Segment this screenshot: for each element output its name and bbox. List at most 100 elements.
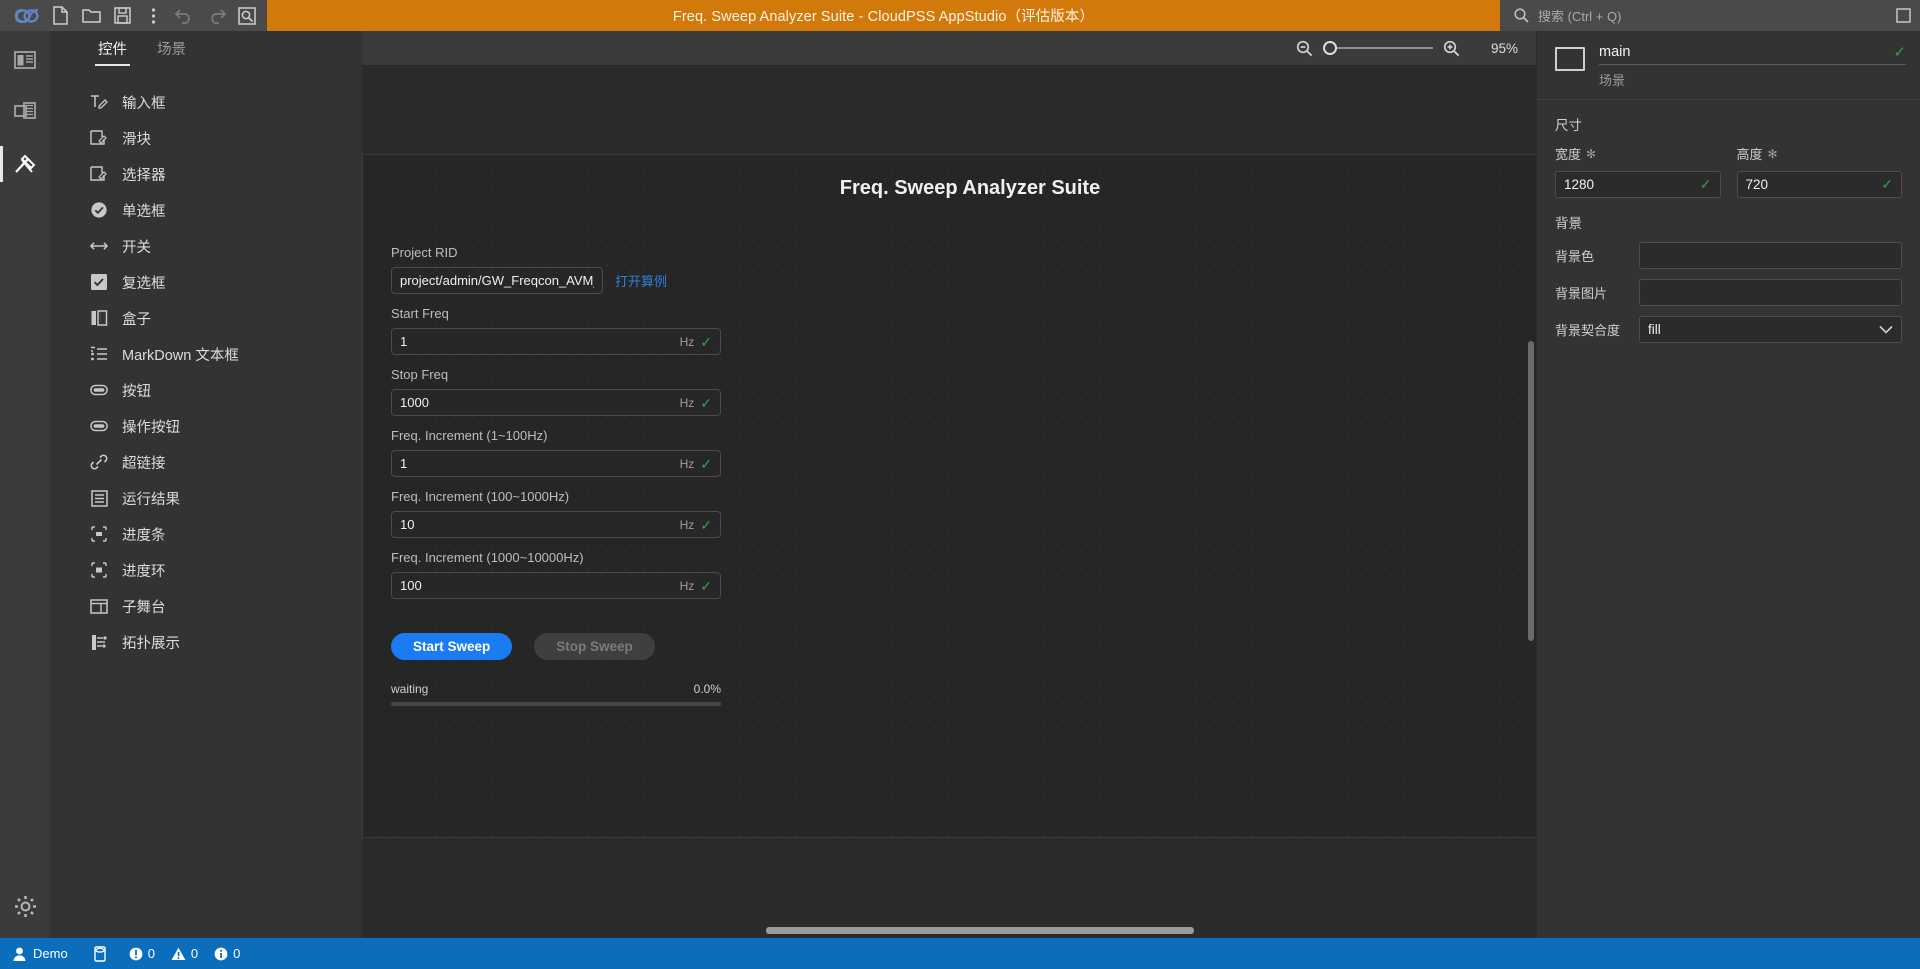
field-value: 1 [400, 334, 408, 349]
open-folder-button[interactable] [77, 2, 106, 30]
status-error-count[interactable]: 0 [129, 946, 155, 961]
undo-button[interactable] [170, 2, 199, 30]
sidebar-rail-widgets[interactable] [0, 138, 50, 190]
palette-item-label: 子舞台 [122, 599, 166, 616]
freq-increment-1-100-input[interactable]: 1 Hz ✓ [391, 450, 721, 477]
field-label: Freq. Increment (100~1000Hz) [391, 489, 570, 504]
stage-scroll-container[interactable]: Freq. Sweep Analyzer Suite Project RID p… [362, 65, 1536, 938]
zoom-slider-handle[interactable] [1323, 41, 1337, 55]
size-section-title: 尺寸 [1555, 118, 1582, 133]
zoom-slider-track [1337, 47, 1433, 49]
height-value: 720 [1745, 177, 1769, 192]
freq-increment-100-1000-input[interactable]: 10 Hz ✓ [391, 511, 721, 538]
width-input[interactable]: 1280 ✓ [1555, 171, 1721, 198]
palette-item-progress-ring[interactable]: 进度环 [50, 552, 362, 588]
palette-item-input[interactable]: 输入框 [50, 84, 362, 120]
palette-tabs: 控件 场景 [50, 31, 362, 66]
pill-button-icon [90, 417, 108, 435]
background-image-input[interactable] [1639, 279, 1902, 306]
titlebar-right: 搜索 (Ctrl + Q) [1500, 0, 1920, 31]
sidebar-rail-layout[interactable] [0, 34, 50, 86]
palette-item-sub-stage[interactable]: 子舞台 [50, 588, 362, 624]
palette-item-button[interactable]: 按钮 [50, 372, 362, 408]
palette-item-slider[interactable]: 滑块 [50, 120, 362, 156]
stage-canvas[interactable]: Freq. Sweep Analyzer Suite Project RID p… [362, 154, 1536, 838]
preview-button[interactable] [232, 2, 261, 30]
tab-widgets[interactable]: 控件 [95, 38, 130, 66]
palette-item-radio[interactable]: 单选框 [50, 192, 362, 228]
palette-item-progress-bar[interactable]: 进度条 [50, 516, 362, 552]
titlebar: Freq. Sweep Analyzer Suite - CloudPSS Ap… [0, 0, 1920, 31]
palette-item-list: 输入框 滑块 选择器 单选框 开关 复选框 盒子 MarkDown 文本框 按钮… [50, 66, 362, 660]
background-fit-select[interactable]: fill [1639, 316, 1902, 343]
palette-item-hyperlink[interactable]: 超链接 [50, 444, 362, 480]
titlebar-toolbar [0, 0, 267, 31]
maximize-restore-icon[interactable] [1886, 0, 1920, 31]
palette-item-box[interactable]: 盒子 [50, 300, 362, 336]
sweep-button-row: Start Sweep Stop Sweep [391, 633, 721, 660]
field-freq-increment-100-1000: Freq. Increment (100~1000Hz) 10 Hz ✓ [391, 489, 721, 538]
zoom-in-icon[interactable] [1443, 40, 1460, 57]
status-database[interactable] [81, 938, 119, 969]
palette-item-label: 开关 [122, 239, 151, 256]
canvas-vertical-scrollbar[interactable] [1528, 341, 1534, 641]
open-example-link[interactable]: 打开算例 [615, 271, 667, 290]
project-rid-input[interactable]: project/admin/GW_Freqcon_AVM_Fi... [391, 267, 603, 294]
more-options-button[interactable] [139, 2, 168, 30]
canvas-area: 95% Freq. Sweep Analyzer Suite Project R… [362, 31, 1536, 938]
search-placeholder: 搜索 (Ctrl + Q) [1538, 9, 1622, 24]
box-columns-icon [90, 309, 108, 327]
background-section-title: 背景 [1555, 216, 1582, 231]
background-color-input[interactable] [1639, 242, 1902, 269]
field-value: 100 [400, 578, 422, 593]
palette-item-switch[interactable]: 开关 [50, 228, 362, 264]
palette-item-label: MarkDown 文本框 [122, 347, 239, 364]
field-start-freq: Start Freq 1 Hz ✓ [391, 306, 721, 355]
scene-name-input[interactable]: main [1599, 44, 1893, 60]
stop-sweep-button[interactable]: Stop Sweep [534, 633, 655, 660]
palette-item-label: 拓扑展示 [122, 635, 180, 652]
global-search-input[interactable]: 搜索 (Ctrl + Q) [1514, 6, 1886, 25]
palette-item-selector[interactable]: 选择器 [50, 156, 362, 192]
size-row: 宽度 ✻ 1280 ✓ 高度 ✻ 720 ✓ [1537, 144, 1920, 198]
field-label: Start Freq [391, 306, 449, 321]
database-icon [93, 945, 106, 962]
palette-item-action-button[interactable]: 操作按钮 [50, 408, 362, 444]
save-button[interactable] [108, 2, 137, 30]
redo-button[interactable] [201, 2, 230, 30]
start-sweep-button[interactable]: Start Sweep [391, 633, 513, 660]
width-label: 宽度 [1555, 147, 1582, 162]
status-user[interactable]: Demo [0, 938, 81, 969]
start-freq-input[interactable]: 1 Hz ✓ [391, 328, 721, 355]
canvas-horizontal-scrollbar[interactable] [766, 927, 1194, 934]
palette-item-checkbox[interactable]: 复选框 [50, 264, 362, 300]
height-input[interactable]: 720 ✓ [1736, 171, 1902, 198]
required-mark: ✻ [1586, 146, 1597, 161]
zoom-slider[interactable] [1323, 41, 1433, 55]
progress-status-text: waiting [391, 682, 429, 696]
link-chain-icon [90, 453, 108, 471]
palette-item-topology[interactable]: 拓扑展示 [50, 624, 362, 660]
status-warning-count[interactable]: 0 [171, 946, 198, 961]
freq-increment-1000-10000-input[interactable]: 100 Hz ✓ [391, 572, 721, 599]
status-info-count[interactable]: 0 [214, 946, 240, 961]
zoom-out-icon[interactable] [1296, 40, 1313, 57]
properties-header: main ✓ 场景 [1537, 31, 1920, 99]
palette-item-markdown[interactable]: MarkDown 文本框 [50, 336, 362, 372]
stop-freq-input[interactable]: 1000 Hz ✓ [391, 389, 721, 416]
status-user-label: Demo [33, 946, 68, 961]
properties-panel: main ✓ 场景 尺寸 宽度 ✻ 1280 ✓ 高度 ✻ 720 ✓ 背景 背… [1536, 31, 1920, 938]
palette-item-label: 按钮 [122, 383, 151, 400]
sidebar-rail-settings[interactable] [0, 880, 50, 932]
field-label: Project RID [391, 245, 458, 260]
sidebar-rail-scenes[interactable] [0, 86, 50, 138]
text-input-icon [90, 93, 108, 111]
palette-item-results[interactable]: 运行结果 [50, 480, 362, 516]
new-file-button[interactable] [46, 2, 75, 30]
field-unit: Hz [679, 517, 695, 532]
selector-icon [90, 165, 108, 183]
chevron-down-icon [1879, 325, 1893, 334]
field-project-rid: Project RID project/admin/GW_Freqcon_AVM… [391, 245, 721, 294]
tab-scenes[interactable]: 场景 [157, 38, 186, 66]
status-warning-value: 0 [190, 946, 199, 961]
